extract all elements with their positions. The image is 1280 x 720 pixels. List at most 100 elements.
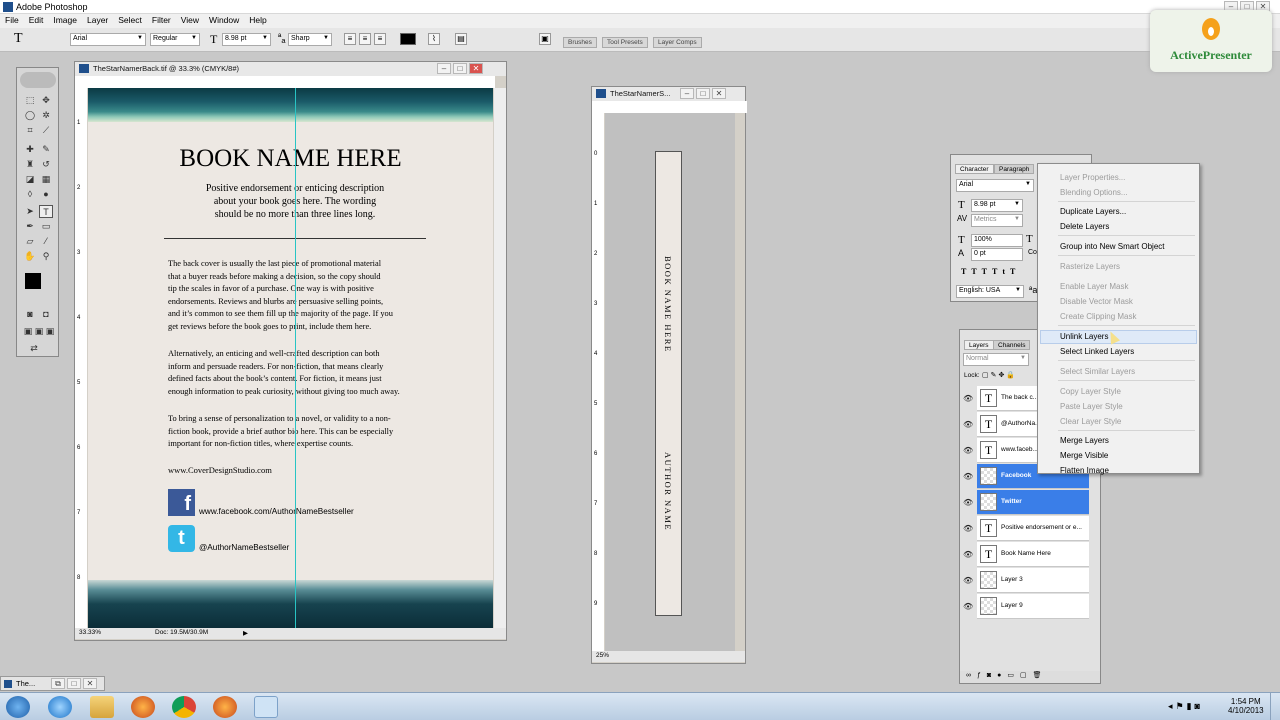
tab-tool-presets[interactable]: Tool Presets <box>602 37 648 48</box>
char-font-select[interactable]: Arial ▼ <box>956 179 1034 192</box>
gradient-tool-icon[interactable]: ▦ <box>39 173 53 186</box>
menu-item[interactable]: Group into New Smart Object <box>1060 242 1164 251</box>
char-scale-field[interactable]: 100% <box>971 234 1023 247</box>
antialias-select[interactable]: Sharp ▼ <box>288 33 332 46</box>
layers-footer-icons[interactable]: ∞ƒ◙●▭▢🗑 <box>960 671 1100 683</box>
menu-file[interactable]: File <box>0 14 24 28</box>
tab-character[interactable]: Character <box>955 164 994 174</box>
path-selection-icon[interactable]: ➤ <box>23 205 37 218</box>
menu-window[interactable]: Window <box>204 14 244 28</box>
start-button-icon[interactable] <box>6 696 30 718</box>
eraser-tool-icon[interactable]: ◪ <box>23 173 37 186</box>
menu-view[interactable]: View <box>176 14 204 28</box>
menu-item[interactable]: Merge Layers <box>1060 436 1109 445</box>
lock-icons[interactable]: ▢✎✥🔒 <box>982 371 1017 379</box>
magic-wand-icon[interactable]: ✲ <box>39 109 53 122</box>
standard-mode-icon[interactable]: ◙ <box>23 308 37 321</box>
maximize-button[interactable]: □ <box>67 678 81 689</box>
imageready-icon[interactable]: ⇄ <box>27 342 41 355</box>
char-baseline-field[interactable]: 0 pt <box>971 248 1023 261</box>
visibility-eye-icon[interactable]: 👁 <box>963 472 973 481</box>
tab-brushes[interactable]: Brushes <box>563 37 597 48</box>
menu-item[interactable]: Select Linked Layers <box>1060 347 1134 356</box>
chrome-icon[interactable] <box>172 696 196 718</box>
slice-tool-icon[interactable]: ⟋ <box>39 124 53 137</box>
restore-button[interactable]: ⧉ <box>51 678 65 689</box>
document-title-bar[interactable]: TheStarNamerBack.tif @ 33.3% (CMYK/8#) –… <box>75 62 506 76</box>
align-right-button[interactable]: ≡ <box>374 33 386 45</box>
visibility-eye-icon[interactable]: 👁 <box>963 420 973 429</box>
visibility-eye-icon[interactable]: 👁 <box>963 498 973 507</box>
char-size-select[interactable]: 8.98 pt ▼ <box>971 199 1023 212</box>
visibility-eye-icon[interactable]: 👁 <box>963 524 973 533</box>
layer-row[interactable]: 👁 T Positive endorsement or e... <box>963 516 1089 541</box>
move-tool-icon[interactable]: ✥ <box>39 94 53 107</box>
layer-row[interactable]: 👁 T Book Name Here <box>963 542 1089 567</box>
text-color-swatch[interactable] <box>400 33 416 45</box>
dodge-tool-icon[interactable]: ● <box>39 188 53 201</box>
doc-maximize-button[interactable]: □ <box>453 63 467 74</box>
minimized-document[interactable]: The... ⧉ □ ✕ <box>0 676 105 691</box>
menu-layer[interactable]: Layer <box>82 14 113 28</box>
char-kerning-select[interactable]: Metrics ▼ <box>971 214 1023 227</box>
visibility-eye-icon[interactable]: 👁 <box>963 576 973 585</box>
menu-item[interactable]: Merge Visible <box>1060 451 1108 460</box>
tray-icons[interactable]: ◂⚑▮◙ <box>1168 701 1203 712</box>
menu-item[interactable]: Duplicate Layers... <box>1060 207 1126 216</box>
spine-minimize-button[interactable]: – <box>680 88 694 99</box>
type-tool-active-icon[interactable]: T <box>39 205 53 218</box>
doc-minimize-button[interactable]: – <box>437 63 451 74</box>
align-center-button[interactable]: ≡ <box>359 33 371 45</box>
menu-select[interactable]: Select <box>113 14 147 28</box>
layer-row[interactable]: 👁 Twitter <box>963 490 1089 515</box>
crop-tool-icon[interactable]: ⌗ <box>23 124 37 137</box>
menu-filter[interactable]: Filter <box>147 14 176 28</box>
show-desktop-button[interactable] <box>1270 693 1280 720</box>
foreground-color-swatch[interactable] <box>25 273 41 289</box>
tab-layers[interactable]: Layers <box>964 340 994 350</box>
menu-item[interactable]: Unlink Layers <box>1060 332 1108 341</box>
shape-tool-icon[interactable]: ▭ <box>39 220 53 233</box>
text-style-buttons[interactable]: TTTTtT <box>961 267 1020 276</box>
char-language-select[interactable]: English: USA ▼ <box>956 285 1024 298</box>
layer-row[interactable]: 👁 Layer 3 <box>963 568 1089 593</box>
align-left-button[interactable]: ≡ <box>344 33 356 45</box>
lasso-tool-icon[interactable]: ◯ <box>23 109 37 122</box>
zoom-level[interactable]: 33.33% <box>79 629 101 636</box>
vertical-scrollbar[interactable] <box>494 88 506 628</box>
zoom-tool-icon[interactable]: ⚲ <box>39 250 53 263</box>
firefox-icon[interactable] <box>131 696 155 718</box>
blend-mode-select[interactable]: Normal ▼ <box>963 353 1029 366</box>
stamp-tool-icon[interactable]: ♜ <box>23 158 37 171</box>
font-style-select[interactable]: Regular ▼ <box>150 33 200 46</box>
workspace-button[interactable]: ▣ <box>539 33 551 45</box>
status-arrow-icon[interactable]: ▶ <box>243 629 248 637</box>
file-explorer-icon[interactable] <box>90 696 114 718</box>
marquee-tool-icon[interactable]: ⬚ <box>23 94 37 107</box>
clock[interactable]: 1:54 PM 4/10/2013 <box>1228 697 1264 715</box>
brush-tool-icon[interactable]: ✎ <box>39 143 53 156</box>
center-guide[interactable] <box>295 88 296 628</box>
spine-close-button[interactable]: ✕ <box>712 88 726 99</box>
firefox-icon[interactable] <box>213 696 237 718</box>
menu-item[interactable]: Flatten Image <box>1060 466 1109 475</box>
tab-channels[interactable]: Channels <box>993 340 1031 350</box>
type-tool-icon[interactable]: T <box>14 31 23 47</box>
tab-layer-comps[interactable]: Layer Comps <box>653 37 702 48</box>
notes-tool-icon[interactable]: ▱ <box>23 235 37 248</box>
warp-text-button[interactable]: ⌇ <box>428 33 440 45</box>
menu-item[interactable]: Delete Layers <box>1060 222 1109 231</box>
blur-tool-icon[interactable]: ◊ <box>23 188 37 201</box>
visibility-eye-icon[interactable]: 👁 <box>963 550 973 559</box>
spine-zoom-level[interactable]: 25% <box>596 652 609 659</box>
doc-close-button[interactable]: ✕ <box>469 63 483 74</box>
tab-paragraph[interactable]: Paragraph <box>994 164 1035 174</box>
menu-image[interactable]: Image <box>48 14 82 28</box>
close-button[interactable]: ✕ <box>83 678 97 689</box>
spine-title-bar[interactable]: TheStarNamerS... – □ ✕ <box>592 87 745 101</box>
screen-mode-3-icon[interactable]: ▣ <box>43 325 57 338</box>
visibility-eye-icon[interactable]: 👁 <box>963 602 973 611</box>
palettes-button[interactable]: ▤ <box>455 33 467 45</box>
healing-brush-icon[interactable]: ✚ <box>23 143 37 156</box>
quickmask-mode-icon[interactable]: ◘ <box>39 308 53 321</box>
